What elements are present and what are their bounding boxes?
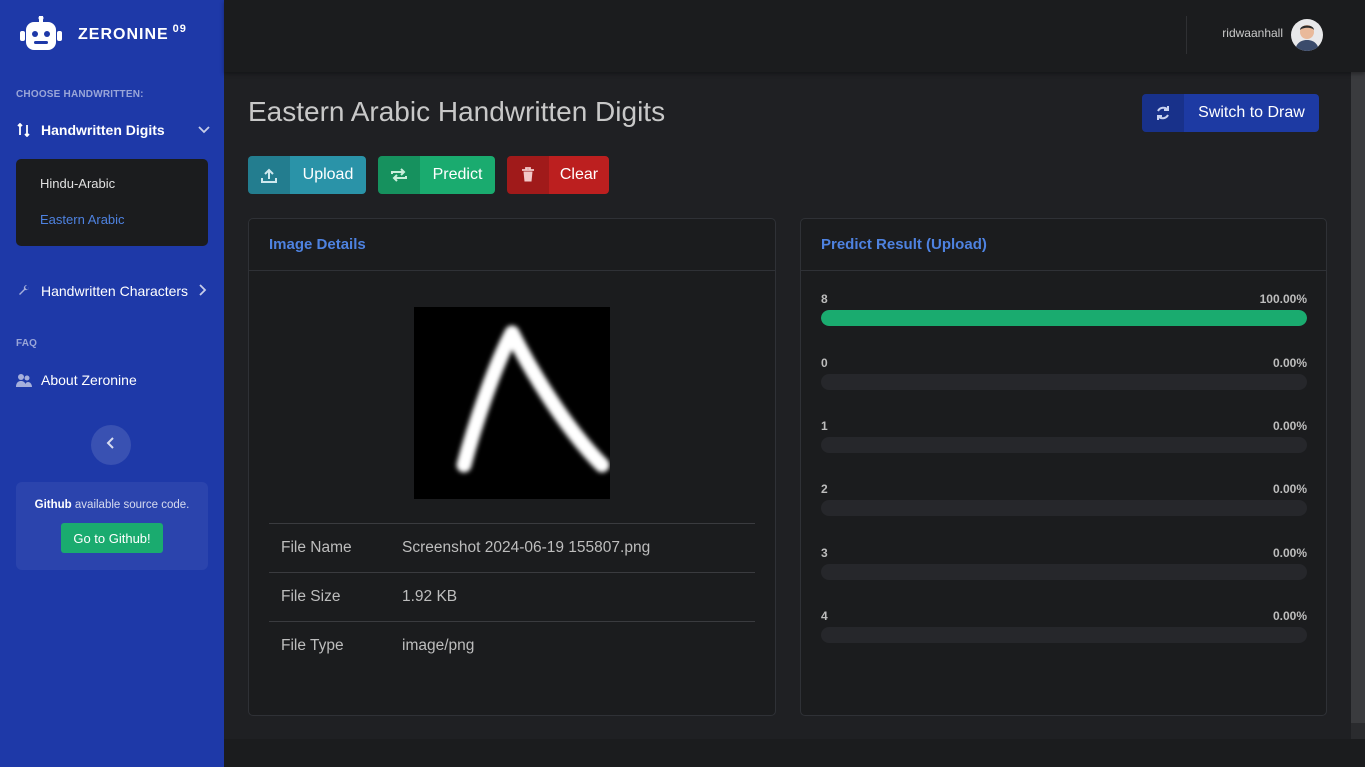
submenu-item-eastern-arabic[interactable]: Eastern Arabic: [40, 212, 125, 227]
result-row: 0 0.00%: [821, 356, 1307, 406]
result-progress-fill: [821, 310, 1307, 326]
result-label: 0: [821, 356, 828, 370]
chevron-down-icon: [198, 122, 210, 138]
go-to-github-button[interactable]: Go to Github!: [61, 523, 163, 553]
result-label: 2: [821, 482, 828, 496]
detail-value: image/png: [402, 637, 475, 654]
topbar: ridwaanhall: [224, 0, 1365, 72]
result-progress-track: [821, 374, 1307, 390]
result-progress-track: [821, 437, 1307, 453]
result-row: 4 0.00%: [821, 609, 1307, 659]
sort-arrows-icon: [16, 122, 32, 138]
result-row: 3 0.00%: [821, 546, 1307, 596]
detail-key: File Name: [281, 539, 352, 556]
upload-icon: [248, 156, 290, 194]
sidebar-item-label: Handwritten Characters: [41, 283, 189, 299]
result-progress-track: [821, 500, 1307, 516]
brand[interactable]: ZERONINE 09: [20, 15, 187, 54]
brand-name: ZERONINE 09: [78, 23, 187, 43]
username[interactable]: ridwaanhall: [1222, 26, 1283, 40]
footer: [224, 739, 1365, 767]
predict-label: Predict: [432, 166, 483, 183]
sidebar-toggle-button[interactable]: [91, 425, 131, 465]
chevron-left-icon: [106, 436, 116, 454]
result-percent: 100.00%: [1259, 292, 1307, 306]
topbar-divider: [1186, 16, 1187, 54]
sidebar-item-label: Handwritten Digits: [41, 122, 165, 138]
result-label: 8: [821, 292, 828, 306]
sidebar-item-handwritten-characters[interactable]: Handwritten Characters: [16, 283, 210, 299]
github-text: Github available source code.: [34, 499, 190, 511]
detail-key: File Size: [281, 588, 341, 605]
refresh-icon: [1142, 94, 1184, 132]
result-percent: 0.00%: [1272, 482, 1307, 496]
result-label: 3: [821, 546, 828, 560]
predict-button[interactable]: Predict: [378, 156, 495, 194]
result-progress-track: [821, 564, 1307, 580]
result-percent: 0.00%: [1272, 609, 1307, 623]
result-percent: 0.00%: [1272, 419, 1307, 433]
result-row: 2 0.00%: [821, 482, 1307, 532]
image-details-card: Image Details File Name Screenshot 2024-…: [248, 218, 776, 716]
sidebar: ZERONINE 09 CHOOSE HANDWRITTEN: Handwritt…: [0, 0, 224, 767]
sidebar-item-about[interactable]: About Zeronine: [16, 372, 210, 388]
clear-button[interactable]: Clear: [507, 156, 609, 194]
robot-logo-icon: [20, 15, 62, 54]
result-row: 8 100.00%: [821, 292, 1307, 342]
exchange-icon: [378, 156, 420, 194]
digits-submenu: Hindu-Arabic Eastern Arabic: [16, 159, 208, 246]
upload-button[interactable]: Upload: [248, 156, 366, 194]
image-details-title: Image Details: [249, 219, 775, 271]
predict-result-title: Predict Result (Upload): [801, 219, 1326, 271]
switch-to-draw-label: Switch to Draw: [1198, 104, 1305, 121]
avatar[interactable]: [1291, 19, 1323, 51]
detail-row-file-type: File Type image/png: [269, 621, 755, 670]
result-percent: 0.00%: [1272, 546, 1307, 560]
result-percent: 0.00%: [1272, 356, 1307, 370]
chevron-right-icon: [196, 283, 208, 299]
users-icon: [16, 372, 32, 388]
github-card: Github available source code. Go to Gith…: [16, 482, 208, 570]
heading-faq: FAQ: [16, 338, 38, 349]
scrollbar-thumb[interactable]: [1351, 72, 1365, 723]
upload-label: Upload: [302, 166, 354, 183]
result-progress-track: [821, 310, 1307, 326]
result-progress-track: [821, 627, 1307, 643]
detail-value: 1.92 KB: [402, 588, 458, 605]
predict-result-card: Predict Result (Upload) 8 100.00% 0 0.00…: [800, 218, 1327, 716]
result-label: 1: [821, 419, 828, 433]
result-label: 4: [821, 609, 828, 623]
heading-choose: CHOOSE HANDWRITTEN:: [16, 89, 144, 100]
switch-to-draw-button[interactable]: Switch to Draw: [1142, 94, 1319, 132]
submenu-item-hindu-arabic[interactable]: Hindu-Arabic: [40, 176, 115, 191]
detail-value: Screenshot 2024-06-19 155807.png: [402, 539, 651, 556]
clear-label: Clear: [559, 166, 599, 183]
result-row: 1 0.00%: [821, 419, 1307, 469]
sidebar-item-handwritten-digits[interactable]: Handwritten Digits: [16, 122, 210, 138]
wrench-icon: [16, 283, 32, 299]
detail-key: File Type: [281, 637, 344, 654]
sidebar-item-label: About Zeronine: [41, 372, 137, 388]
uploaded-digit-image: [414, 307, 610, 499]
detail-row-file-size: File Size 1.92 KB: [269, 572, 755, 621]
detail-row-file-name: File Name Screenshot 2024-06-19 155807.p…: [269, 523, 755, 572]
trash-icon: [507, 156, 549, 194]
brand-version: 09: [172, 23, 187, 35]
page-title: Eastern Arabic Handwritten Digits: [248, 96, 666, 127]
